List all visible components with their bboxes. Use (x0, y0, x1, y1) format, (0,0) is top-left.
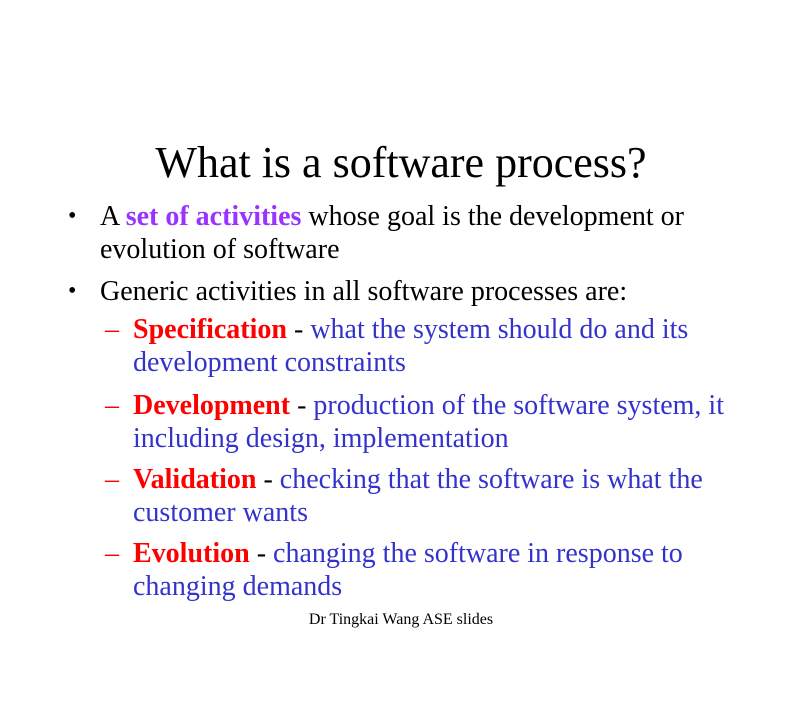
highlighted-phrase: set of activities (125, 201, 302, 232)
term-label: Evolution (133, 538, 250, 569)
dash-icon: – (105, 314, 119, 345)
bullet-item: • A set of activities whose goal is the … (68, 200, 740, 266)
term-separator: - (256, 464, 280, 495)
sub-bullet-item: – Development - production of the softwa… (105, 389, 753, 455)
sub-bullet-item: – Evolution - changing the software in r… (105, 537, 753, 603)
dash-icon: – (105, 464, 119, 495)
sub-bullet-item: – Specification - what the system should… (105, 313, 753, 379)
term-label: Development (133, 390, 291, 421)
term-separator: - (290, 390, 314, 421)
slide-title: What is a software process? (155, 138, 647, 187)
term-separator: - (287, 314, 311, 345)
term-separator: - (249, 538, 274, 569)
bullet-prefix: A (100, 201, 126, 232)
dash-icon: – (105, 390, 119, 421)
slide: What is a software process? • A set of a… (0, 0, 802, 720)
term-label: Specification (133, 314, 287, 345)
bullet-item: • Generic activities in all software pro… (68, 275, 740, 308)
dash-icon: – (105, 538, 119, 569)
bullet-dot-icon: • (68, 203, 77, 229)
term-label: Validation (133, 464, 257, 495)
bullet-text: Generic activities in all software proce… (100, 276, 628, 307)
sub-bullet-item: – Validation - checking that the softwar… (105, 463, 753, 529)
slide-footer: Dr Tingkai Wang ASE slides (308, 611, 494, 628)
bullet-dot-icon: • (68, 278, 77, 304)
